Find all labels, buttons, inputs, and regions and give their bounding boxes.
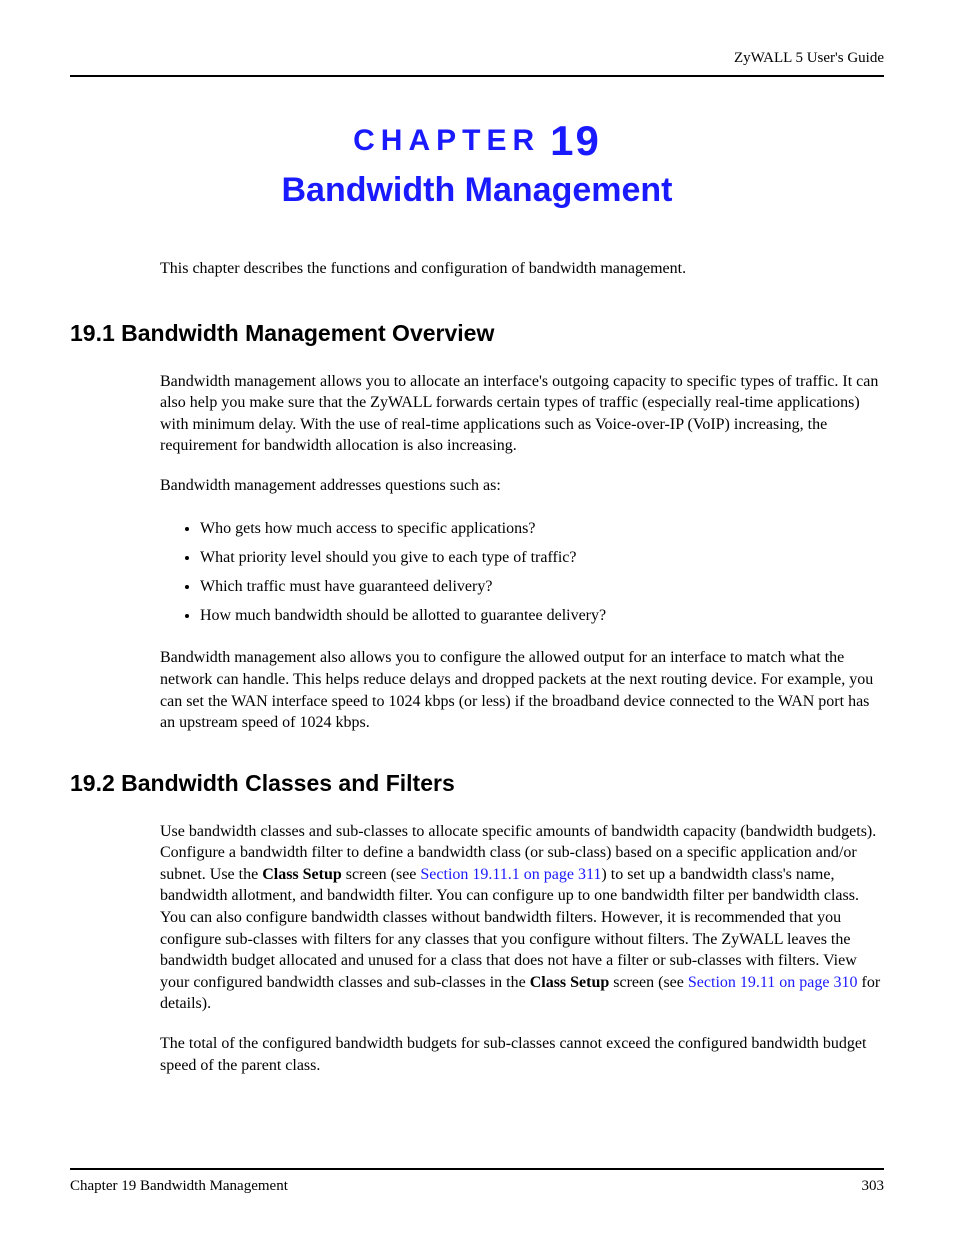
text-run: ) to set up a bandwidth class's name, ba… xyxy=(160,866,859,991)
section-19-1-para3: Bandwidth management also allows you to … xyxy=(160,647,884,733)
list-item: Which traffic must have guaranteed deliv… xyxy=(200,573,854,600)
list-item: Who gets how much access to specific app… xyxy=(200,515,854,542)
chapter-title: Bandwidth Management xyxy=(70,171,884,210)
chapter-intro: This chapter describes the functions and… xyxy=(160,258,884,280)
section-19-1-heading: 19.1 Bandwidth Management Overview xyxy=(70,320,884,347)
section-19-2-para1: Use bandwidth classes and sub-classes to… xyxy=(160,821,884,1015)
chapter-word: CHAPTER xyxy=(353,124,540,157)
text-run: screen (see xyxy=(342,866,421,883)
header-right-text: ZyWALL 5 User's Guide xyxy=(734,50,884,66)
section-19-1-para2: Bandwidth management addresses questions… xyxy=(160,475,884,497)
xref-section-19-11-1[interactable]: Section 19.11.1 on page 311 xyxy=(420,866,601,883)
footer-page-number: 303 xyxy=(862,1178,885,1195)
bold-class-setup: Class Setup xyxy=(262,866,342,883)
xref-section-19-11[interactable]: Section 19.11 on page 310 xyxy=(688,974,858,991)
section-19-1-bullet-list: Who gets how much access to specific app… xyxy=(180,515,854,630)
page-footer: Chapter 19 Bandwidth Management 303 xyxy=(70,1168,884,1195)
chapter-number: 19 xyxy=(550,117,601,164)
list-item: How much bandwidth should be allotted to… xyxy=(200,602,854,629)
footer-left-text: Chapter 19 Bandwidth Management xyxy=(70,1178,288,1195)
section-19-2-heading: 19.2 Bandwidth Classes and Filters xyxy=(70,770,884,797)
text-run: screen (see xyxy=(609,974,688,991)
page-header: ZyWALL 5 User's Guide xyxy=(70,50,884,77)
section-19-1-para1: Bandwidth management allows you to alloc… xyxy=(160,371,884,457)
section-19-2-para2: The total of the configured bandwidth bu… xyxy=(160,1033,884,1076)
chapter-number-line: CHAPTER 19 xyxy=(70,117,884,165)
bold-class-setup: Class Setup xyxy=(530,974,610,991)
list-item: What priority level should you give to e… xyxy=(200,544,854,571)
